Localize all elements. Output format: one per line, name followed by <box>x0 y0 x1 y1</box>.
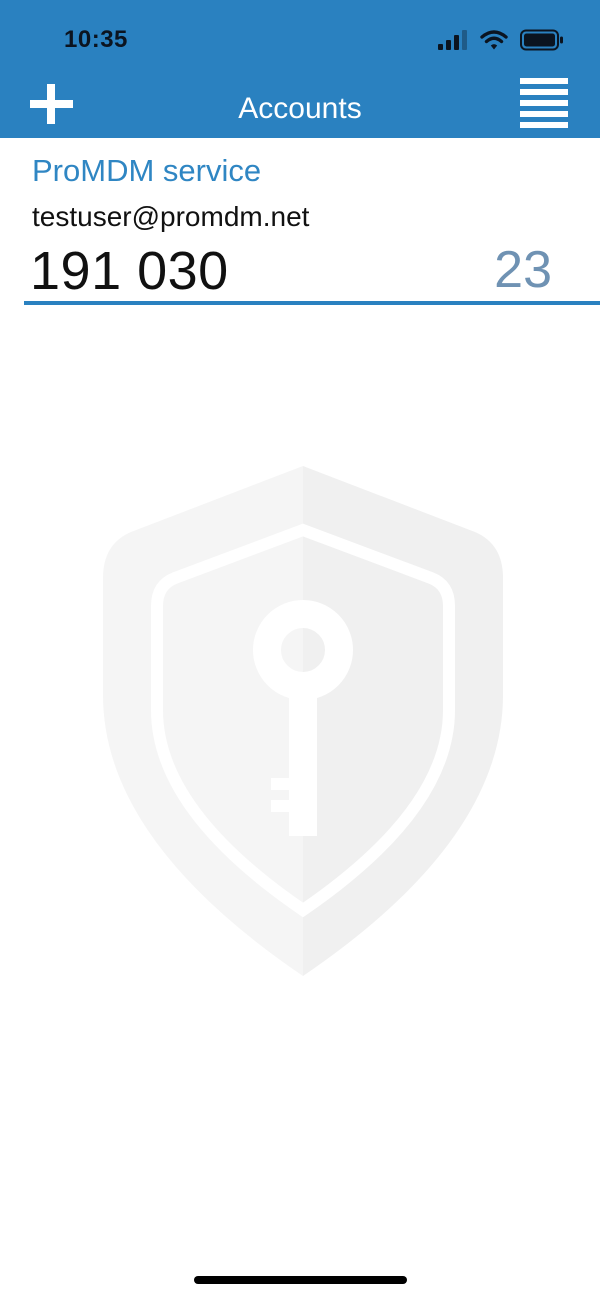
account-list-item[interactable]: ProMDM service testuser@promdm.net 191 0… <box>0 138 600 306</box>
status-time: 10:35 <box>64 26 128 53</box>
page-title: Accounts <box>238 92 362 125</box>
plus-icon <box>30 84 73 124</box>
add-account-button[interactable] <box>26 84 78 128</box>
menu-icon <box>520 78 568 128</box>
home-indicator[interactable] <box>194 1276 407 1284</box>
cellular-signal-icon <box>438 30 467 50</box>
wifi-icon <box>480 30 508 50</box>
otp-countdown: 23 <box>494 241 552 299</box>
account-service-name: ProMDM service <box>32 153 262 188</box>
status-icons <box>438 26 564 54</box>
shield-key-icon <box>103 466 503 976</box>
app-header: 10:35 Accounts <box>0 0 600 138</box>
account-divider <box>24 301 600 305</box>
account-username: testuser@promdm.net <box>32 201 310 232</box>
otp-code: 191 030 <box>30 241 229 301</box>
battery-icon <box>520 29 563 51</box>
menu-button[interactable] <box>520 78 572 128</box>
